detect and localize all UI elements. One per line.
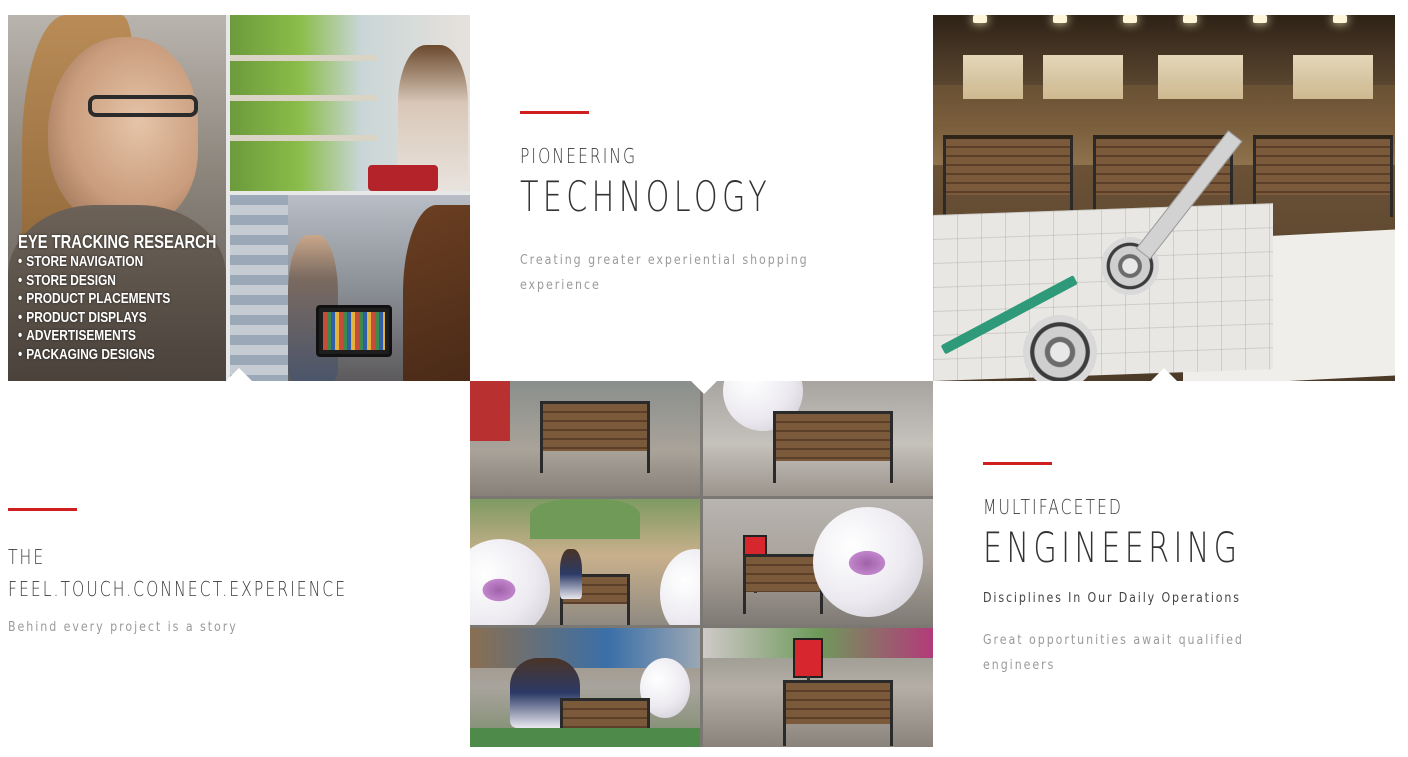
benches-collage-photo [470,381,933,747]
technology-kicker: PIONEERING [520,144,638,168]
technology-headline: TECHNOLOGY [520,172,772,221]
eye-tracking-overlay-text: EYE TRACKING RESEARCH STORE NAVIGATION S… [18,231,216,364]
experience-description: Behind every project is a story [8,620,238,635]
eye-tracking-list: STORE NAVIGATION STORE DESIGN PRODUCT PL… [18,253,216,364]
notch-up-icon [1151,368,1177,381]
eye-tracking-photo: EYE TRACKING RESEARCH STORE NAVIGATION S… [8,15,470,381]
list-item: PRODUCT DISPLAYS [18,309,216,328]
accent-divider [520,111,589,114]
factory-image-tile[interactable] [933,15,1395,381]
experience-kicker-line1: THE [8,545,46,569]
factory-blueprint-photo [933,15,1395,381]
list-item: STORE NAVIGATION [18,253,216,272]
notch-down-icon [691,381,717,394]
technology-text-block: PIONEERING TECHNOLOGY Creating greater e… [520,111,900,298]
accent-divider [8,508,77,511]
technology-description: Creating greater experiential shopping e… [520,253,809,294]
engineering-description: Great opportunities await qualified engi… [983,633,1244,674]
experience-kicker: THE FEEL.TOUCH.CONNECT.EXPERIENCE [8,541,347,605]
eye-tracking-title: EYE TRACKING RESEARCH [18,232,217,252]
benches-image-tile[interactable] [470,381,933,747]
list-item: STORE DESIGN [18,272,216,291]
list-item: PRODUCT PLACEMENTS [18,290,216,309]
list-item: PACKAGING DESIGNS [18,346,216,365]
experience-kicker-line2: FEEL.TOUCH.CONNECT.EXPERIENCE [8,577,348,601]
engineering-kicker: MULTIFACETED [983,495,1123,519]
engineering-headline: ENGINEERING [983,523,1242,572]
eye-tracking-image-tile[interactable]: EYE TRACKING RESEARCH STORE NAVIGATION S… [8,15,470,381]
notch-up-icon [226,368,252,381]
engineering-text-block: MULTIFACETED ENGINEERING Disciplines In … [983,462,1343,678]
experience-text-block: THE FEEL.TOUCH.CONNECT.EXPERIENCE Behind… [8,508,443,640]
accent-divider [983,462,1052,465]
engineering-subline: Disciplines In Our Daily Operations [983,591,1241,607]
list-item: ADVERTISEMENTS [18,327,216,346]
